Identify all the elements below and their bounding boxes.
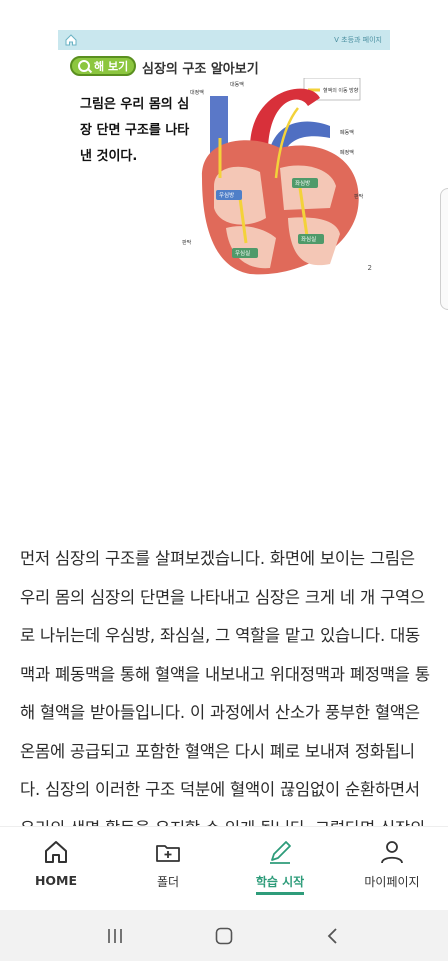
slide-page-number: 2	[367, 264, 372, 272]
back-button[interactable]	[313, 916, 353, 956]
recent-apps-button[interactable]	[95, 916, 135, 956]
home-button[interactable]	[204, 916, 244, 956]
tab-folder-label: 폴더	[156, 875, 180, 889]
home-icon	[65, 34, 77, 46]
slide-description: 그림은 우리 몸의 심장 단면 구조를 나타낸 것이다.	[80, 97, 190, 164]
recent-apps-icon	[107, 928, 122, 943]
pen-icon	[265, 837, 295, 867]
label-left-ventricle: 좌심실	[301, 235, 316, 243]
label-pulmonary-artery: 폐동맥	[340, 129, 354, 136]
label-valve: 판막	[354, 193, 364, 200]
folder-add-icon	[153, 837, 183, 867]
lesson-slide-image: V 초등과 페이지 해 보기 심장의 구조 알아보기 그림은 우리 몸의 심장 …	[58, 30, 390, 282]
slide-title: 심장의 구조 알아보기	[142, 62, 259, 77]
slide-header-bar: V 초등과 페이지	[58, 30, 390, 50]
label-pulmonary-vein: 폐정맥	[340, 149, 354, 156]
try-it-tag: 해 보기	[70, 56, 136, 76]
home-icon	[41, 837, 71, 867]
heart-cross-section-diagram: 혈액의 이동 방향 대정맥 대동맥 폐동맥 폐정맥 판막 판막 우심방 좌심방 …	[182, 78, 364, 275]
home-square-icon	[215, 927, 233, 944]
tab-start-learning[interactable]: 학습 시작	[224, 827, 336, 910]
label-vena-cava: 대정맥	[190, 89, 204, 96]
person-icon	[377, 837, 407, 867]
back-chevron-icon	[328, 927, 337, 944]
label-aorta: 대동맥	[230, 81, 244, 88]
label-right-atrium: 우심방	[219, 191, 234, 199]
label-left-atrium: 좌심방	[295, 179, 310, 187]
tab-home[interactable]: HOME	[0, 827, 112, 910]
bottom-tab-bar: HOME 폴더 학습 시작 마이페이지	[0, 826, 448, 910]
label-right-ventricle: 우심실	[235, 249, 250, 257]
tab-mypage-label: 마이페이지	[364, 875, 420, 889]
system-navigation-bar	[0, 910, 448, 961]
tab-home-label: HOME	[34, 873, 78, 888]
label-valve-left: 판막	[182, 239, 192, 246]
tab-mypage[interactable]: 마이페이지	[336, 827, 448, 910]
try-it-tag-label: 해 보기	[94, 60, 129, 73]
edge-panel-handle[interactable]	[440, 188, 448, 310]
slide-top-label: V 초등과 페이지	[334, 36, 382, 44]
article-text: 먼저 심장의 구조를 살펴보겠습니다. 화면에 보이는 그림은 우리 몸의 심장…	[20, 549, 430, 826]
legend-label: 혈액의 이동 방향	[323, 87, 359, 94]
tab-start-learning-label: 학습 시작	[255, 873, 305, 895]
tab-folder[interactable]: 폴더	[112, 827, 224, 910]
magnifier-icon	[78, 60, 90, 72]
